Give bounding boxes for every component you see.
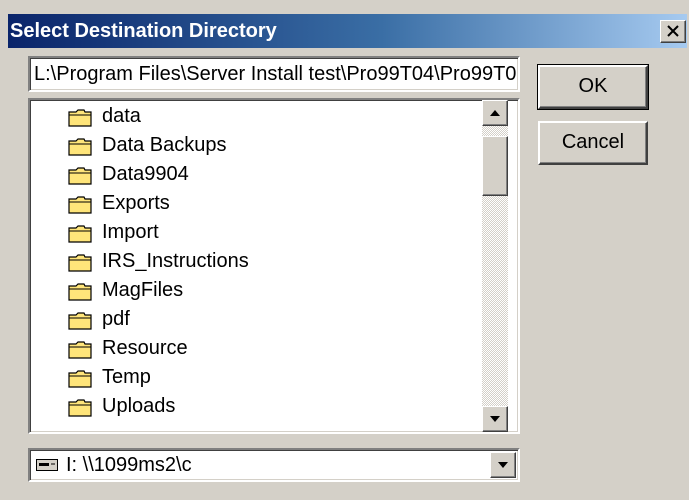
network-drive-icon [36, 459, 58, 471]
close-button[interactable] [660, 20, 686, 43]
scroll-thumb[interactable] [482, 136, 508, 196]
list-item[interactable]: Data9904 [30, 160, 476, 189]
folder-label: Uploads [102, 395, 176, 417]
path-input[interactable] [28, 56, 520, 92]
folder-label: Temp [102, 366, 151, 388]
folder-icon [68, 196, 92, 214]
vertical-scrollbar[interactable] [482, 100, 508, 432]
scroll-up-button[interactable] [482, 100, 508, 126]
folder-icon [68, 341, 92, 359]
select-directory-dialog: Select Destination Directory OK Cancel d… [0, 0, 689, 500]
folder-icon [68, 283, 92, 301]
list-item[interactable]: MagFiles [30, 276, 476, 305]
arrow-down-icon [490, 416, 500, 422]
list-item[interactable]: pdf [30, 305, 476, 334]
folder-label: IRS_Instructions [102, 250, 249, 272]
folder-icon [68, 254, 92, 272]
list-item[interactable]: Temp [30, 363, 476, 392]
folder-icon [68, 109, 92, 127]
folder-label: Exports [102, 192, 170, 214]
folder-icon [68, 312, 92, 330]
list-item[interactable]: IRS_Instructions [30, 247, 476, 276]
close-icon [667, 25, 679, 37]
ok-button[interactable]: OK [537, 64, 649, 110]
cancel-button[interactable]: Cancel [538, 121, 648, 165]
drive-dropdown-button[interactable] [490, 452, 516, 478]
folder-label: Data Backups [102, 134, 227, 156]
folder-label: Data9904 [102, 163, 189, 185]
list-item[interactable]: Import [30, 218, 476, 247]
drive-select[interactable]: I: \\1099ms2\c [28, 448, 520, 482]
folder-icon [68, 399, 92, 417]
list-item[interactable]: Resource [30, 334, 476, 363]
list-item[interactable]: Uploads [30, 392, 476, 421]
arrow-up-icon [490, 110, 500, 116]
folder-label: data [102, 105, 141, 127]
title-bar[interactable]: Select Destination Directory [8, 14, 687, 48]
folder-icon [68, 167, 92, 185]
scroll-down-button[interactable] [482, 406, 508, 432]
drive-select-value: I: \\1099ms2\c [66, 454, 192, 476]
list-item[interactable]: data [30, 102, 476, 131]
folder-label: Resource [102, 337, 188, 359]
folder-label: pdf [102, 308, 130, 330]
list-item[interactable]: Exports [30, 189, 476, 218]
folder-label: Import [102, 221, 159, 243]
folder-icon [68, 225, 92, 243]
folder-list[interactable]: data Data Backups Data9904 Exports Impor… [28, 98, 520, 434]
folder-label: MagFiles [102, 279, 184, 301]
folder-icon [68, 138, 92, 156]
window-title: Select Destination Directory [10, 20, 277, 42]
list-item[interactable]: Data Backups [30, 131, 476, 160]
chevron-down-icon [498, 462, 508, 468]
folder-list-items: data Data Backups Data9904 Exports Impor… [30, 102, 476, 421]
folder-icon [68, 370, 92, 388]
